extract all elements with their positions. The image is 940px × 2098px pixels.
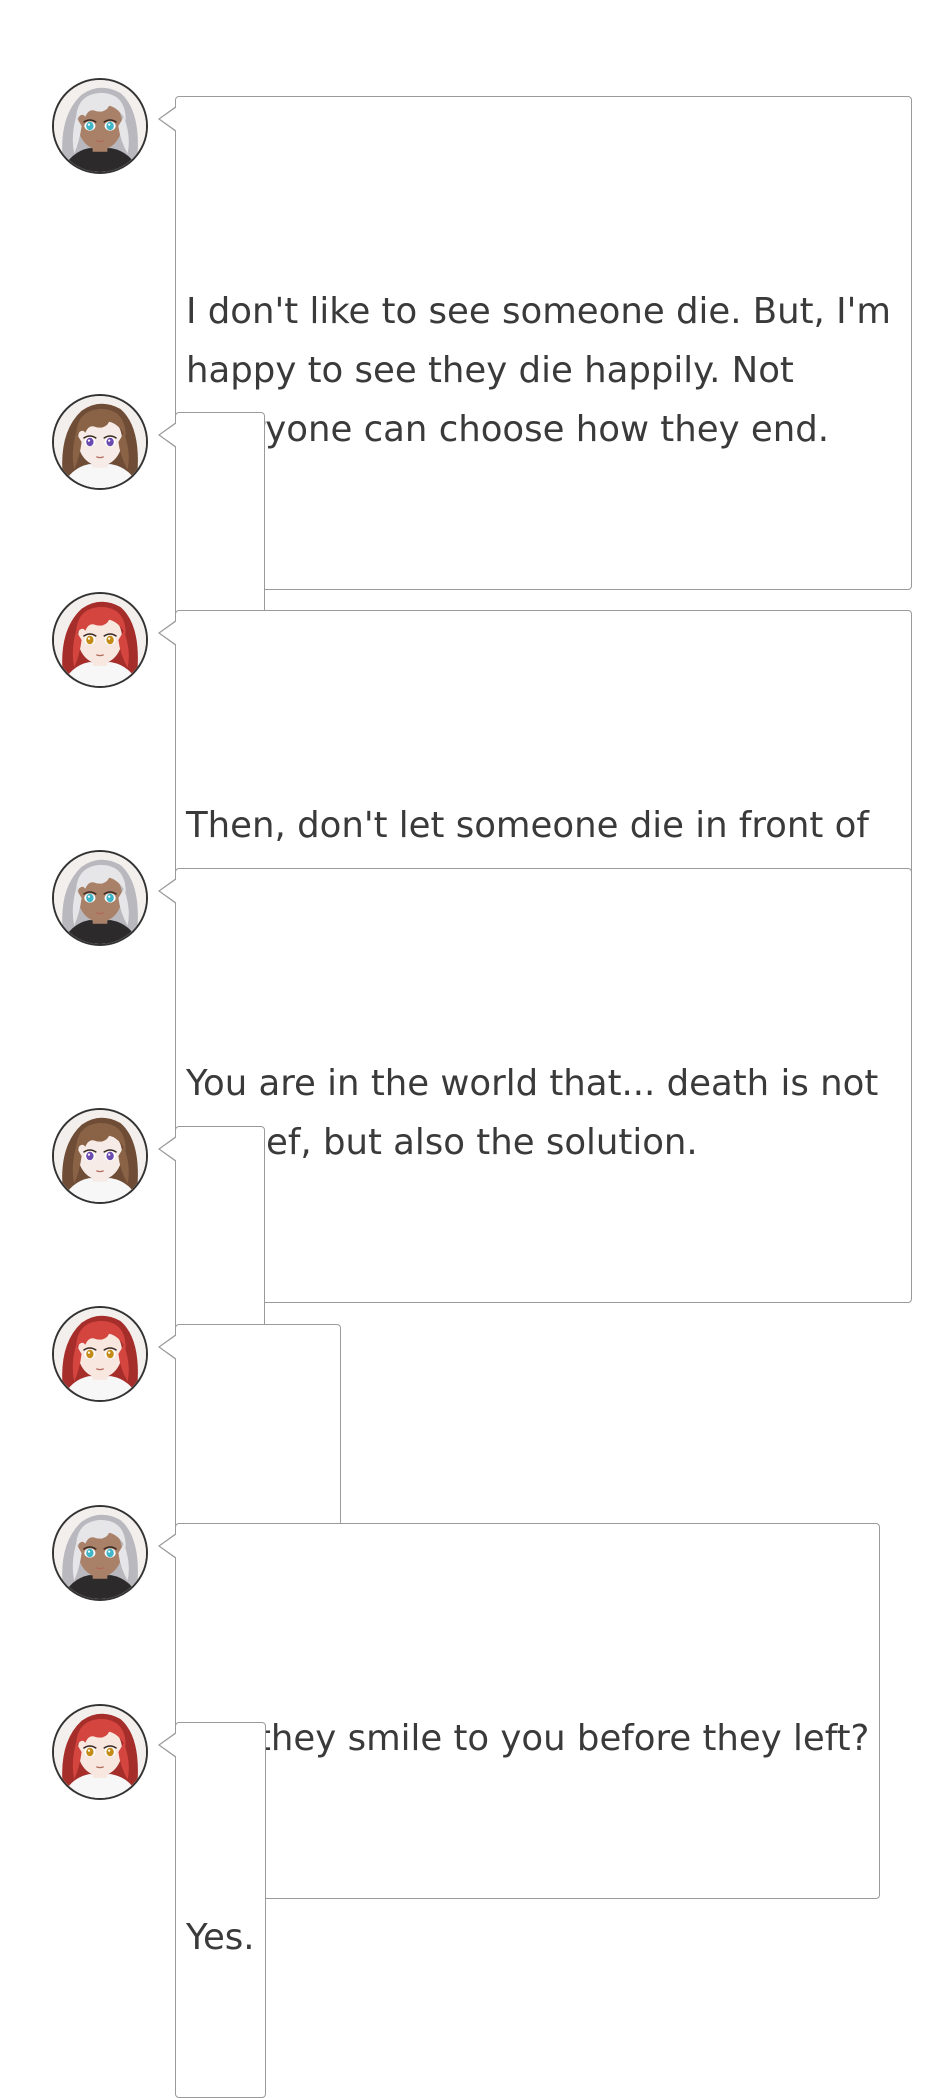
- speech-bubble: You are in the world that... death is no…: [158, 868, 912, 1303]
- silver-haired-character-avatar-icon: [52, 1505, 148, 1601]
- chat-log: I don't like to see someone die. But, I'…: [0, 0, 940, 2098]
- brown-haired-character-avatar-icon: [52, 1108, 148, 1204]
- red-haired-character-avatar-icon: [52, 592, 148, 688]
- red-haired-character-avatar-icon: [52, 1704, 148, 1800]
- speech-bubble-tail: [158, 422, 177, 448]
- silver-haired-character-avatar-icon: [52, 78, 148, 174]
- brown-haired-character-avatar-icon: [52, 394, 148, 490]
- silver-haired-character-avatar-icon: [52, 850, 148, 946]
- red-haired-character-avatar-icon: [52, 1306, 148, 1402]
- message-text: You are in the world that... death is no…: [186, 1063, 890, 1163]
- speech-bubble-tail: [158, 878, 177, 904]
- speech-bubble: I don't like to see someone die. But, I'…: [158, 96, 912, 590]
- speech-bubble-tail: [158, 1732, 177, 1758]
- speech-bubble-tail: [158, 1533, 177, 1559]
- speech-bubble-tail: [158, 106, 177, 132]
- message-text: Yes.: [186, 1917, 255, 1958]
- message-text: Did they smile to you before they left?: [186, 1718, 870, 1759]
- speech-bubble-tail: [158, 620, 177, 646]
- speech-bubble: Did they smile to you before they left?: [158, 1523, 881, 1899]
- speech-bubble-tail: [158, 1136, 177, 1162]
- speech-bubble-tail: [158, 1334, 177, 1360]
- speech-bubble: Yes.: [158, 1722, 266, 2098]
- message-text: I don't like to see someone die. But, I'…: [186, 291, 903, 450]
